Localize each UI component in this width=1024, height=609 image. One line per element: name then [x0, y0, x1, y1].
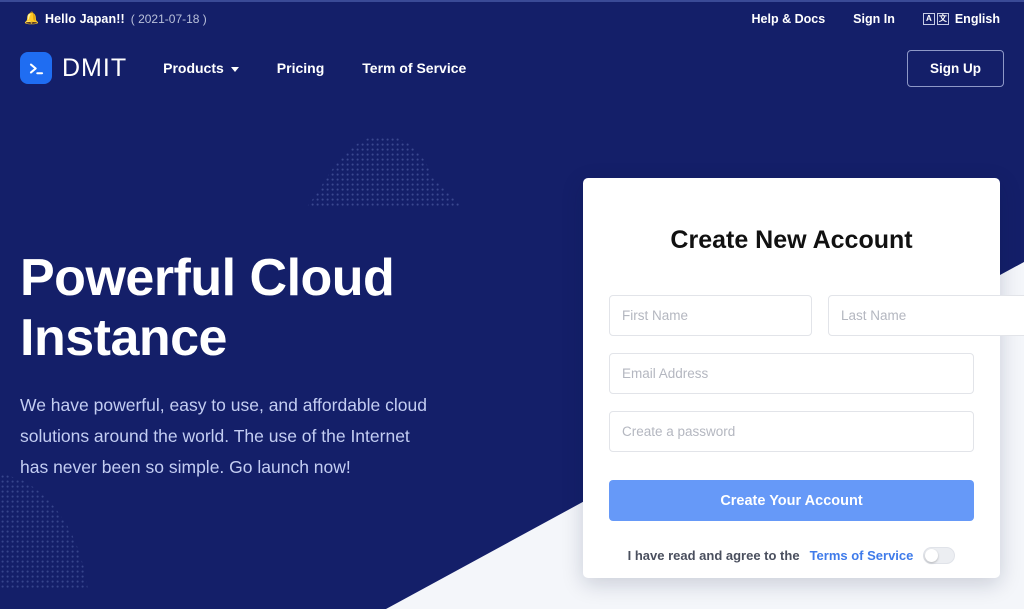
- email-input[interactable]: [609, 353, 974, 394]
- terminal-prompt-icon: [20, 52, 52, 84]
- announcement-message: 🔔 Hello Japan!! ( 2021-07-18 ): [24, 12, 207, 26]
- terms-agreement-row: I have read and agree to the Terms of Se…: [609, 547, 974, 564]
- brand-name: DMIT: [62, 53, 128, 82]
- first-name-input[interactable]: [609, 295, 812, 336]
- dotted-arch-decoration: [306, 135, 464, 208]
- nav-item-pricing-label: Pricing: [276, 60, 325, 76]
- toggle-knob: [925, 549, 939, 562]
- terms-agreement-text: I have read and agree to the: [627, 548, 800, 563]
- terms-of-service-link[interactable]: Terms of Service: [810, 548, 914, 563]
- dotted-corner-decoration: [0, 473, 88, 590]
- main-navbar: DMIT Products Pricing Term of Service Si…: [0, 36, 1024, 100]
- chevron-down-icon: [230, 66, 239, 72]
- language-selector[interactable]: A 文 English: [922, 12, 1000, 26]
- nav-item-pricing[interactable]: Pricing: [277, 60, 324, 76]
- nav-item-term-of-service-label: Term of Service: [362, 60, 467, 76]
- bell-icon: 🔔: [24, 11, 39, 25]
- hero-subtitle: We have powerful, easy to use, and affor…: [20, 395, 427, 477]
- language-label: English: [954, 12, 1000, 26]
- name-field-row: [609, 295, 1024, 336]
- create-account-card: Create New Account Create Your Account I…: [583, 178, 1024, 578]
- announcement-bar: 🔔 Hello Japan!! ( 2021-07-18 ) Help & Do…: [0, 0, 1024, 36]
- brand-logo[interactable]: DMIT: [20, 52, 127, 84]
- sign-in-link[interactable]: Sign In: [853, 12, 895, 26]
- nav-item-term-of-service[interactable]: Term of Service: [362, 60, 466, 76]
- nav-item-products-label: Products: [163, 60, 224, 76]
- terms-agreement-toggle[interactable]: [923, 547, 956, 564]
- create-your-account-button[interactable]: Create Your Account: [609, 480, 974, 521]
- translate-icon: A 文: [922, 13, 949, 25]
- card-title: Create New Account: [670, 226, 913, 254]
- translate-icon-cjk: 文: [936, 13, 949, 25]
- password-input[interactable]: [609, 411, 974, 452]
- announcement-title: Hello Japan!!: [44, 12, 125, 26]
- sign-up-button[interactable]: Sign Up: [907, 49, 1004, 87]
- navbar-links: Products Pricing Term of Service: [163, 60, 466, 76]
- translate-icon-latin: A: [922, 13, 935, 25]
- announcement-date: ( 2021-07-18 ): [130, 12, 207, 26]
- hero-title: Powerful Cloud Instance: [20, 249, 395, 367]
- hero-section: Powerful Cloud Instance We have powerful…: [20, 248, 460, 483]
- last-name-input[interactable]: [828, 295, 1024, 336]
- topbar-links: Help & Docs Sign In A 文 English: [752, 12, 1000, 26]
- help-and-docs-link[interactable]: Help & Docs: [752, 12, 826, 26]
- nav-item-products[interactable]: Products: [163, 60, 239, 76]
